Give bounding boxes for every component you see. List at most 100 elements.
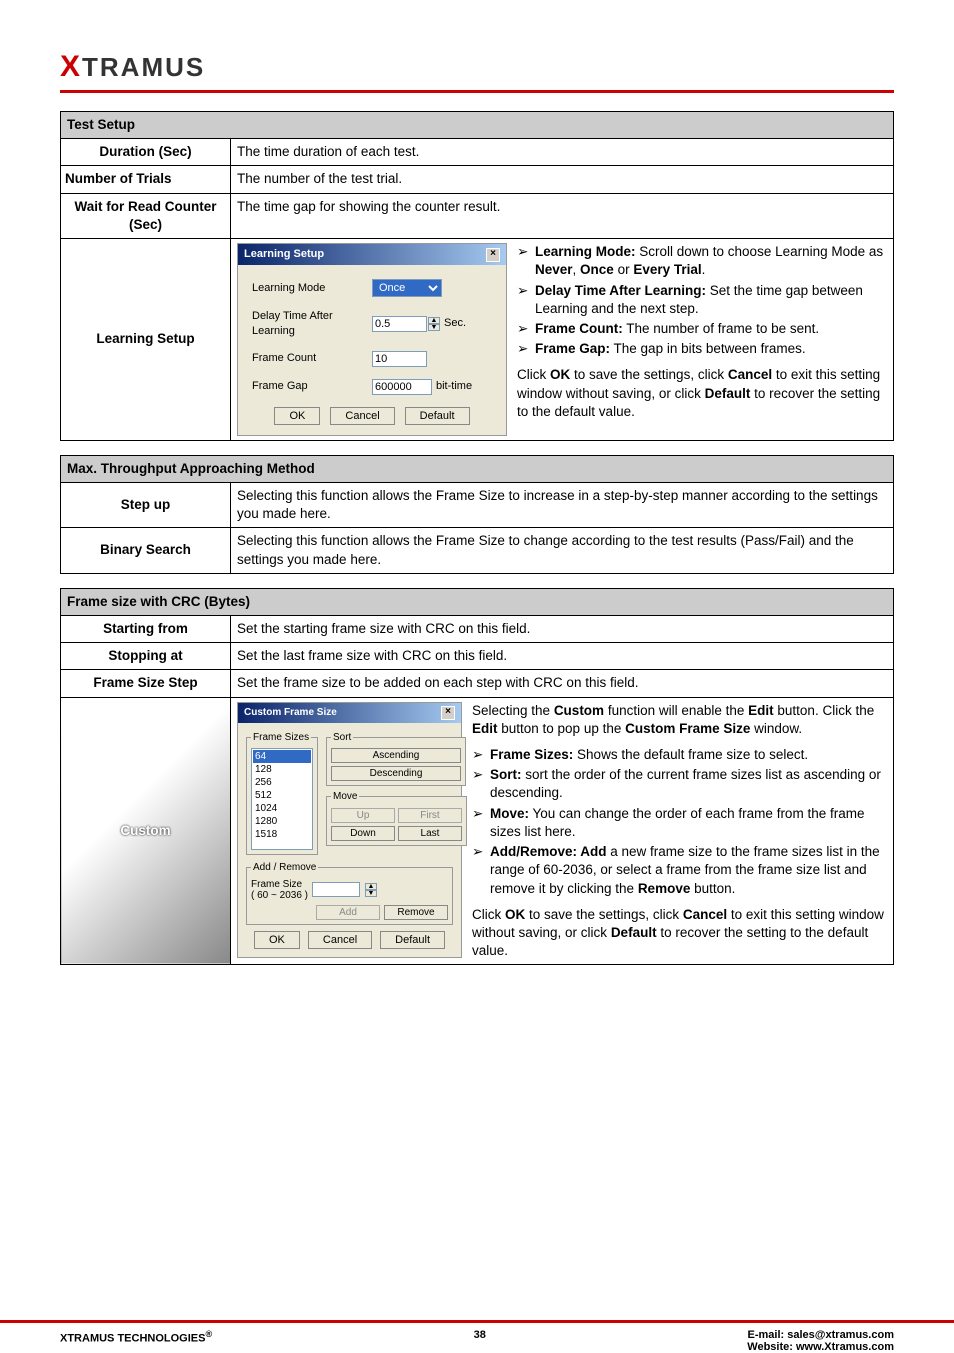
stopping-desc: Set the last frame size with CRC on this… (231, 643, 894, 670)
bullet-icon: ➢ (517, 320, 535, 338)
delay-unit: Sec. (444, 316, 466, 331)
duration-desc: The time duration of each test. (231, 139, 894, 166)
move-desc: Move: You can change the order of each f… (490, 805, 887, 841)
frame-gap-unit: bit-time (436, 379, 472, 394)
spinner-icon[interactable]: ▲▼ (428, 317, 440, 331)
ascending-button[interactable]: Ascending (331, 748, 461, 763)
framesize-header: Frame size with CRC (Bytes) (61, 588, 894, 615)
spinner-icon[interactable]: ▲▼ (365, 883, 377, 897)
bullet-icon: ➢ (517, 282, 535, 300)
framesize-table: Frame size with CRC (Bytes) Starting fro… (60, 588, 894, 966)
custom-desc-cell: Custom Frame Size × Frame Sizes 64 128 (231, 697, 894, 965)
frame-size-range: ( 60 ~ 2036 ) (251, 890, 308, 901)
stepup-label: Step up (61, 482, 231, 527)
learning-mode-label: Learning Mode (252, 281, 372, 296)
addremove-group: Add / Remove Frame Size ( 60 ~ 2036 ) ▲▼ (246, 861, 453, 925)
custom-intro: Selecting the Custom function will enabl… (472, 702, 887, 738)
learning-mode-select[interactable]: Once (372, 279, 442, 297)
last-button[interactable]: Last (398, 826, 462, 841)
step-desc: Set the frame size to be added on each s… (231, 670, 894, 697)
list-item[interactable]: 512 (253, 789, 311, 802)
sort-legend: Sort (331, 731, 353, 745)
delay-after-learning-input[interactable] (372, 316, 427, 332)
brand-logo: XTRAMUS (60, 50, 894, 84)
remove-button[interactable]: Remove (384, 905, 448, 920)
starting-label: Starting from (61, 615, 231, 642)
move-group: Move Up First Down Last (326, 790, 467, 846)
addremove-legend: Add / Remove (251, 861, 318, 875)
waitread-desc: The time gap for showing the counter res… (231, 193, 894, 238)
bullet-icon: ➢ (472, 766, 490, 784)
step-label: Frame Size Step (61, 670, 231, 697)
frame-sizes-list[interactable]: 64 128 256 512 1024 1280 1518 (251, 748, 313, 850)
ok-button[interactable]: OK (274, 407, 320, 425)
descending-button[interactable]: Descending (331, 766, 461, 781)
test-setup-header: Test Setup (61, 112, 894, 139)
frame-gap-label: Frame Gap (252, 379, 372, 394)
cancel-button[interactable]: Cancel (308, 931, 372, 949)
page-footer: XTRAMUS TECHNOLOGIES® 38 E-mail: sales@x… (0, 1320, 954, 1353)
framegap-desc: Frame Gap: The gap in bits between frame… (535, 340, 806, 358)
binary-desc: Selecting this function allows the Frame… (231, 528, 894, 573)
list-item[interactable]: 1024 (253, 802, 311, 815)
page-number: 38 (474, 1329, 486, 1353)
bullet-icon: ➢ (472, 746, 490, 764)
down-button[interactable]: Down (331, 826, 395, 841)
bullet-icon: ➢ (517, 340, 535, 358)
learning-mode-desc: Learning Mode: Scroll down to choose Lea… (535, 243, 887, 279)
test-setup-table: Test Setup Duration (Sec) The time durat… (60, 111, 894, 441)
learning-setup-desc-cell: Learning Setup × Learning Mode Once Dela… (231, 239, 894, 441)
frame-size-input[interactable] (312, 882, 360, 897)
list-item[interactable]: 256 (253, 776, 311, 789)
logo-rest: TRAMUS (82, 52, 205, 82)
framecount-desc: Frame Count: The number of frame to be s… (535, 320, 819, 338)
up-button[interactable]: Up (331, 808, 395, 823)
list-item[interactable]: 128 (253, 763, 311, 776)
cfs-titlebar: Custom Frame Size × (238, 703, 461, 723)
close-icon[interactable]: × (441, 706, 455, 720)
close-icon[interactable]: × (486, 248, 500, 262)
delay-desc: Delay Time After Learning: Set the time … (535, 282, 887, 318)
first-button[interactable]: First (398, 808, 462, 823)
learning-dialog-titlebar: Learning Setup × (238, 244, 506, 265)
bullet-icon: ➢ (472, 805, 490, 823)
frame-count-input[interactable] (372, 351, 427, 367)
frame-size-label: Frame Size (251, 879, 308, 890)
footer-right: E-mail: sales@xtramus.com Website: www.X… (747, 1329, 894, 1353)
frame-count-label: Frame Count (252, 351, 372, 366)
sort-group: Sort Ascending Descending (326, 731, 466, 787)
logo-x: X (60, 50, 82, 83)
custom-desc-block: Selecting the Custom function will enabl… (472, 702, 887, 961)
waitread-label: Wait for Read Counter (Sec) (61, 193, 231, 238)
frame-sizes-legend: Frame Sizes (251, 731, 311, 745)
throughput-header: Max. Throughput Approaching Method (61, 455, 894, 482)
cancel-button[interactable]: Cancel (330, 407, 394, 425)
header-divider (60, 90, 894, 93)
add-button[interactable]: Add (316, 905, 380, 920)
custom-frame-size-dialog: Custom Frame Size × Frame Sizes 64 128 (237, 702, 462, 958)
duration-label: Duration (Sec) (61, 139, 231, 166)
addremove-desc: Add/Remove: Add a new frame size to the … (490, 843, 887, 898)
cfs-title: Custom Frame Size (244, 706, 337, 720)
learning-tail-desc: Click OK to save the settings, click Can… (517, 366, 887, 421)
learning-setup-dialog: Learning Setup × Learning Mode Once Dela… (237, 243, 507, 436)
stopping-label: Stopping at (61, 643, 231, 670)
ok-button[interactable]: OK (254, 931, 300, 949)
default-button[interactable]: Default (380, 931, 445, 949)
sort-desc: Sort: sort the order of the current fram… (490, 766, 887, 802)
bullet-icon: ➢ (472, 843, 490, 861)
learning-setup-label: Learning Setup (61, 239, 231, 441)
move-legend: Move (331, 790, 359, 804)
bullet-icon: ➢ (517, 243, 535, 261)
frame-gap-input[interactable] (372, 379, 432, 395)
list-item[interactable]: 1518 (253, 828, 311, 841)
default-button[interactable]: Default (405, 407, 470, 425)
delay-after-learning-label: Delay Time After Learning (252, 309, 372, 339)
list-item[interactable]: 1280 (253, 815, 311, 828)
framesizes-desc: Frame Sizes: Shows the default frame siz… (490, 746, 808, 764)
list-item[interactable]: 64 (253, 750, 311, 763)
binary-label: Binary Search (61, 528, 231, 573)
frame-sizes-group: Frame Sizes 64 128 256 512 1024 1280 151… (246, 731, 318, 856)
throughput-table: Max. Throughput Approaching Method Step … (60, 455, 894, 574)
trials-desc: The number of the test trial. (231, 166, 894, 193)
